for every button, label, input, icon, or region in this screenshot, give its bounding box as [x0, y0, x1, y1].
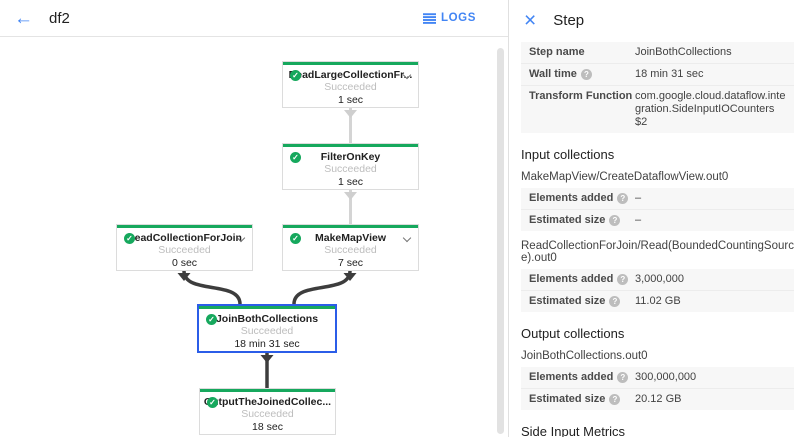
row-value: com.google.cloud.dataflow.integration.Si… — [635, 90, 786, 129]
side-input-metrics-heading: Side Input Metrics — [521, 424, 794, 437]
node-time: 1 sec — [283, 176, 418, 189]
success-check-icon: ✓ — [207, 397, 218, 408]
collection-metrics-table: Elements added? 300,000,000 Estimated si… — [521, 367, 794, 410]
row-value: 18 min 31 sec — [635, 68, 786, 81]
row-label: Transform Function — [529, 90, 632, 102]
row-label: Elements added — [529, 273, 613, 285]
status-bar — [283, 225, 418, 228]
step-details-panel: × Step Step name JoinBothCollections Wal… — [508, 0, 800, 437]
step-node-output-the-joined-collection[interactable]: ✓ OutputTheJoinedCollec... Succeeded 18 … — [199, 388, 336, 435]
collection-name: MakeMapView/CreateDataflowView.out0 — [521, 171, 794, 183]
node-title: JoinBothCollections — [199, 313, 335, 325]
help-icon[interactable]: ? — [609, 394, 620, 405]
step-node-read-collection-for-join[interactable]: ✓ ReadCollectionForJoin Succeeded 0 sec — [116, 224, 253, 271]
logs-list-icon — [423, 13, 436, 24]
row-label: Estimated size — [529, 393, 605, 405]
summary-row-step-name: Step name JoinBothCollections — [521, 42, 794, 64]
row-value: JoinBothCollections — [635, 46, 786, 59]
row-value: – — [635, 192, 786, 205]
metric-row-elements-added: Elements added? – — [521, 188, 794, 210]
success-check-icon: ✓ — [124, 233, 135, 244]
node-status: Succeeded — [283, 81, 418, 94]
success-check-icon: ✓ — [206, 314, 217, 325]
row-value: 20.12 GB — [635, 393, 786, 406]
node-title: ReadCollectionForJoin — [117, 232, 252, 244]
step-node-make-map-view[interactable]: ✓ MakeMapView Succeeded 7 sec — [282, 224, 419, 271]
row-label: Step name — [529, 46, 585, 58]
row-label: Wall time — [529, 68, 577, 80]
panel-title: Step — [553, 12, 584, 29]
graph-scrollbar[interactable] — [497, 48, 504, 434]
summary-row-wall-time: Wall time? 18 min 31 sec — [521, 64, 794, 86]
success-check-icon: ✓ — [290, 233, 301, 244]
status-bar — [199, 306, 335, 309]
help-icon[interactable]: ? — [617, 193, 628, 204]
pipeline-edges — [0, 37, 508, 437]
input-collections-heading: Input collections — [521, 147, 794, 162]
node-title: ReadLargeCollectionFr... — [283, 69, 418, 81]
row-value: – — [635, 214, 786, 227]
help-icon[interactable]: ? — [609, 215, 620, 226]
row-label: Estimated size — [529, 295, 605, 307]
logs-button[interactable]: LOGS — [419, 10, 480, 26]
graph-panel: ← df2 LOGS — [0, 0, 508, 437]
node-time: 1 sec — [283, 94, 418, 107]
status-bar — [283, 62, 418, 65]
job-toolbar: ← df2 LOGS — [0, 0, 508, 37]
step-node-join-both-collections-selected[interactable]: ✓ JoinBothCollections Succeeded 18 min 3… — [197, 304, 337, 353]
node-title: OutputTheJoinedCollec... — [200, 396, 335, 408]
node-time: 7 sec — [283, 257, 418, 270]
node-time: 18 min 31 sec — [199, 338, 335, 351]
help-icon[interactable]: ? — [617, 372, 628, 383]
step-node-filter-on-key[interactable]: ✓ FilterOnKey Succeeded 1 sec — [282, 143, 419, 190]
collection-name: ReadCollectionForJoin/Read(BoundedCounti… — [521, 240, 794, 264]
status-bar — [200, 389, 335, 392]
node-time: 18 sec — [200, 421, 335, 434]
output-collections-heading: Output collections — [521, 326, 794, 341]
success-check-icon: ✓ — [290, 70, 301, 81]
metric-row-elements-added: Elements added? 3,000,000 — [521, 269, 794, 291]
status-bar — [117, 225, 252, 228]
step-node-read-large-collection[interactable]: ✓ ReadLargeCollectionFr... Succeeded 1 s… — [282, 61, 419, 108]
collection-metrics-table: Elements added? – Estimated size? – — [521, 188, 794, 231]
metric-row-estimated-size: Estimated size? – — [521, 210, 794, 231]
metric-row-elements-added: Elements added? 300,000,000 — [521, 367, 794, 389]
node-title: MakeMapView — [283, 232, 418, 244]
node-status: Succeeded — [200, 408, 335, 421]
step-summary-table: Step name JoinBothCollections Wall time?… — [521, 42, 794, 133]
help-icon[interactable]: ? — [609, 296, 620, 307]
collection-name: JoinBothCollections.out0 — [521, 350, 794, 362]
logs-label: LOGS — [441, 12, 476, 24]
back-arrow-icon[interactable]: ← — [14, 9, 33, 28]
collection-metrics-table: Elements added? 3,000,000 Estimated size… — [521, 269, 794, 312]
app-root: ← df2 LOGS — [0, 0, 800, 437]
close-icon[interactable]: × — [524, 10, 536, 31]
pipeline-canvas: ✓ ReadLargeCollectionFr... Succeeded 1 s… — [0, 37, 508, 437]
help-icon[interactable]: ? — [581, 69, 592, 80]
node-status: Succeeded — [283, 163, 418, 176]
node-title: FilterOnKey — [283, 151, 418, 163]
node-status: Succeeded — [199, 325, 335, 338]
success-check-icon: ✓ — [290, 152, 301, 163]
job-title: df2 — [49, 10, 70, 27]
summary-row-transform-function: Transform Function com.google.cloud.data… — [521, 86, 794, 133]
panel-body: Step name JoinBothCollections Wall time?… — [509, 40, 800, 437]
row-value: 300,000,000 — [635, 371, 786, 384]
node-status: Succeeded — [283, 244, 418, 257]
metric-row-estimated-size: Estimated size? 20.12 GB — [521, 389, 794, 410]
node-status: Succeeded — [117, 244, 252, 257]
row-label: Elements added — [529, 192, 613, 204]
status-bar — [283, 144, 418, 147]
help-icon[interactable]: ? — [617, 274, 628, 285]
panel-header: × Step — [509, 0, 800, 40]
node-time: 0 sec — [117, 257, 252, 270]
row-value: 3,000,000 — [635, 273, 786, 286]
metric-row-estimated-size: Estimated size? 11.02 GB — [521, 291, 794, 312]
row-value: 11.02 GB — [635, 295, 786, 308]
row-label: Elements added — [529, 371, 613, 383]
row-label: Estimated size — [529, 214, 605, 226]
